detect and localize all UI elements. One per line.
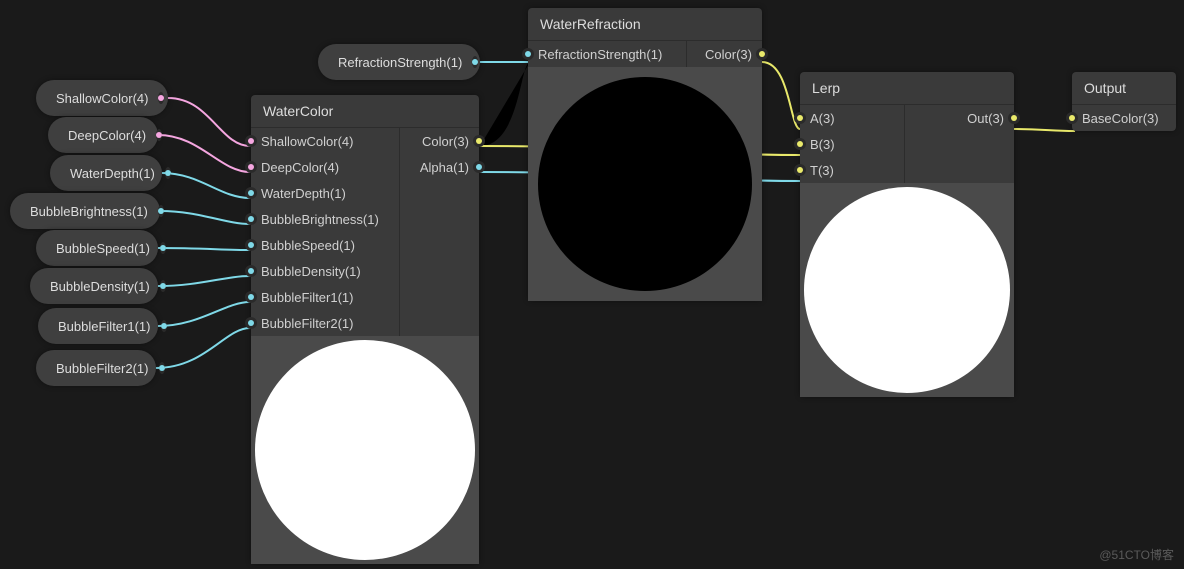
output-port[interactable]: Out(3): [905, 105, 1014, 131]
pin-icon: [794, 164, 806, 176]
input-port[interactable]: B(3): [800, 131, 904, 157]
node-lerp[interactable]: Lerp A(3) B(3) T(3) Out(3): [800, 72, 1014, 397]
param-bubblefilter1[interactable]: BubbleFilter1(1): [38, 308, 158, 344]
pin-icon: [245, 317, 257, 329]
node-title: WaterRefraction: [528, 8, 762, 41]
pin-icon: [794, 112, 806, 124]
param-refractionstrength[interactable]: RefractionStrength(1): [318, 44, 480, 80]
input-port[interactable]: BubbleFilter1(1): [251, 284, 399, 310]
output-pin-icon[interactable]: [472, 56, 478, 68]
pin-icon: [1066, 112, 1078, 124]
pill-label: BubbleBrightness(1): [30, 204, 148, 219]
input-port[interactable]: ShallowColor(4): [251, 128, 399, 154]
pin-icon: [245, 265, 257, 277]
param-bubbledensity[interactable]: BubbleDensity(1): [30, 268, 158, 304]
pin-icon: [473, 161, 485, 173]
pin-icon: [245, 135, 257, 147]
pill-label: DeepColor(4): [68, 128, 146, 143]
preview-circle: [538, 77, 752, 291]
output-pin-icon[interactable]: [158, 205, 164, 217]
pill-label: WaterDepth(1): [70, 166, 155, 181]
pin-icon: [245, 187, 257, 199]
pill-label: BubbleSpeed(1): [56, 241, 150, 256]
node-title: Lerp: [800, 72, 1014, 105]
node-output[interactable]: Output BaseColor(3): [1072, 72, 1176, 131]
param-bubblebrightness[interactable]: BubbleBrightness(1): [10, 193, 160, 229]
output-port[interactable]: Color(3): [687, 41, 762, 67]
node-title: WaterColor: [251, 95, 479, 128]
output-pin-icon[interactable]: [165, 167, 171, 179]
preview-circle: [804, 187, 1010, 393]
input-port[interactable]: A(3): [800, 105, 904, 131]
node-preview: [251, 336, 479, 564]
output-pin-icon[interactable]: [161, 320, 167, 332]
input-port[interactable]: DeepColor(4): [251, 154, 399, 180]
node-preview: [800, 183, 1014, 397]
output-pin-icon[interactable]: [160, 280, 166, 292]
pill-label: BubbleFilter2(1): [56, 361, 149, 376]
watermark: @51CTO博客: [1099, 546, 1174, 563]
input-port[interactable]: WaterDepth(1): [251, 180, 399, 206]
output-pin-icon[interactable]: [156, 129, 162, 141]
pin-icon: [756, 48, 768, 60]
pill-label: BubbleFilter1(1): [58, 319, 151, 334]
input-port[interactable]: T(3): [800, 157, 904, 183]
pill-label: ShallowColor(4): [56, 91, 148, 106]
output-pin-icon[interactable]: [160, 242, 166, 254]
input-port[interactable]: BubbleSpeed(1): [251, 232, 399, 258]
param-bubblespeed[interactable]: BubbleSpeed(1): [36, 230, 158, 266]
pin-icon: [245, 291, 257, 303]
pin-icon: [794, 138, 806, 150]
pill-label: BubbleDensity(1): [50, 279, 150, 294]
pin-icon: [473, 135, 485, 147]
input-port[interactable]: BaseColor(3): [1072, 105, 1176, 131]
pin-icon: [245, 239, 257, 251]
pin-icon: [522, 48, 534, 60]
input-port[interactable]: BubbleBrightness(1): [251, 206, 399, 232]
param-bubblefilter2[interactable]: BubbleFilter2(1): [36, 350, 156, 386]
input-port[interactable]: BubbleFilter2(1): [251, 310, 399, 336]
input-port[interactable]: RefractionStrength(1): [528, 41, 686, 67]
preview-circle: [255, 340, 475, 560]
pin-icon: [1008, 112, 1020, 124]
pin-icon: [245, 213, 257, 225]
param-waterdepth[interactable]: WaterDepth(1): [50, 155, 162, 191]
param-shallowcolor[interactable]: ShallowColor(4): [36, 80, 168, 116]
output-port[interactable]: Alpha(1): [400, 154, 479, 180]
node-waterrefraction[interactable]: WaterRefraction RefractionStrength(1) Co…: [528, 8, 762, 301]
output-port[interactable]: Color(3): [400, 128, 479, 154]
output-pin-icon[interactable]: [158, 92, 164, 104]
param-deepcolor[interactable]: DeepColor(4): [48, 117, 158, 153]
input-port[interactable]: BubbleDensity(1): [251, 258, 399, 284]
output-pin-icon[interactable]: [159, 362, 165, 374]
node-title: Output: [1072, 72, 1176, 105]
pin-icon: [245, 161, 257, 173]
pill-label: RefractionStrength(1): [338, 55, 462, 70]
node-preview: [528, 67, 762, 301]
node-watercolor[interactable]: WaterColor ShallowColor(4) DeepColor(4) …: [251, 95, 479, 564]
